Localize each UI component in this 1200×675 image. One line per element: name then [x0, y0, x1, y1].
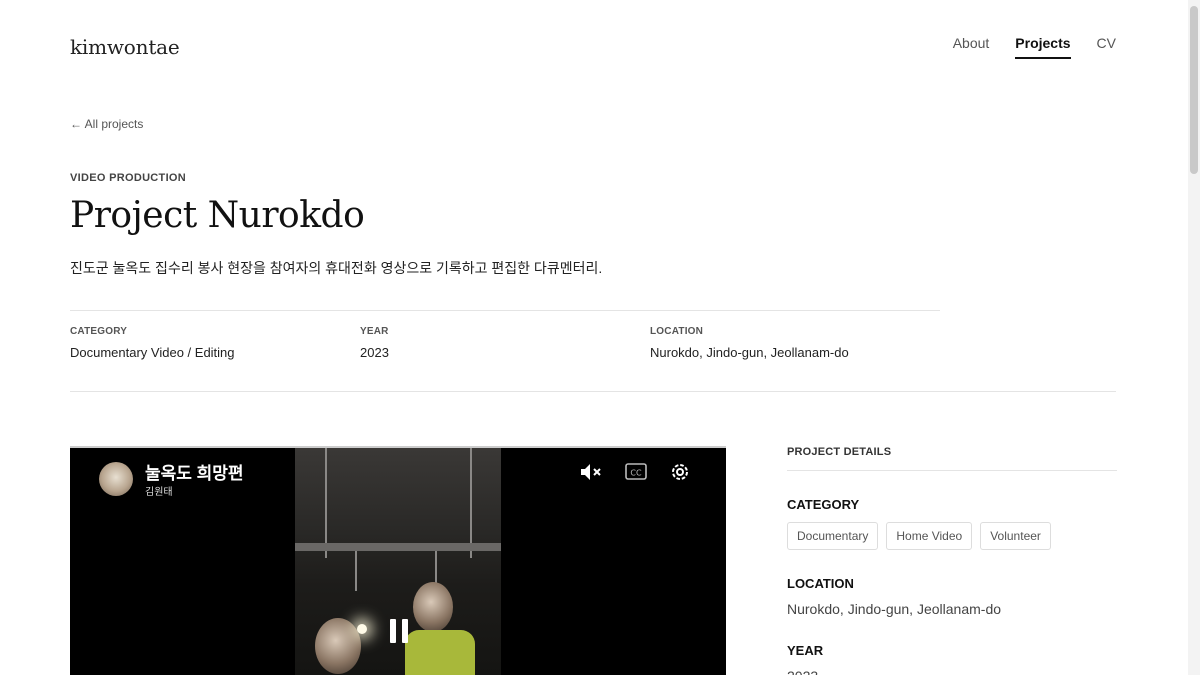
page-scrollbar[interactable]	[1188, 0, 1200, 675]
site-brand[interactable]: kimwontae	[70, 35, 180, 59]
meta-year: YEAR 2023	[360, 326, 389, 360]
divider	[787, 470, 1117, 471]
detail-location: LOCATION Nurokdo, Jindo-gun, Jeollanam-d…	[787, 576, 1117, 617]
nav-projects[interactable]: Projects	[1015, 35, 1071, 59]
captions-icon[interactable]: CC	[624, 462, 648, 487]
site-header: kimwontae About Projects CV	[70, 30, 1116, 70]
tag-volunteer[interactable]: Volunteer	[980, 522, 1051, 550]
detail-category: CATEGORY Documentary Home Video Voluntee…	[787, 497, 1117, 550]
video-channel[interactable]: 김원태	[145, 483, 173, 498]
meta-location: LOCATION Nurokdo, Jindo-gun, Jeollanam-d…	[650, 326, 849, 360]
panel-heading: PROJECT DETAILS	[787, 446, 892, 458]
tag-list: Documentary Home Video Volunteer	[787, 522, 1117, 550]
scene-detail	[413, 582, 453, 632]
meta-value: 2023	[360, 345, 389, 360]
scene-detail	[325, 448, 327, 558]
meta-label: CATEGORY	[70, 326, 128, 337]
video-title[interactable]: 눌옥도 희망편	[145, 459, 244, 484]
scene-detail	[405, 630, 475, 675]
scene-detail	[357, 624, 367, 634]
detail-label: LOCATION	[787, 576, 854, 591]
tag-home-video[interactable]: Home Video	[886, 522, 973, 550]
detail-label: CATEGORY	[787, 497, 860, 512]
pause-icon[interactable]	[388, 618, 410, 649]
video-player[interactable]: 눌옥도 희망편 김원태 CC	[70, 446, 726, 675]
channel-avatar[interactable]	[99, 462, 133, 496]
meta-value: Documentary Video / Editing	[70, 345, 235, 360]
meta-category: CATEGORY Documentary Video / Editing	[70, 326, 235, 360]
nav-about[interactable]: About	[953, 35, 990, 59]
project-description: 진도군 눌옥도 집수리 봉사 현장을 참여자의 휴대전화 영상으로 기록하고 편…	[70, 260, 603, 276]
meta-value: Nurokdo, Jindo-gun, Jeollanam-do	[650, 345, 849, 360]
scene-detail	[470, 448, 472, 558]
scene-detail	[295, 543, 501, 551]
project-eyebrow: VIDEO PRODUCTION	[70, 172, 187, 184]
detail-value: 2023	[787, 668, 1117, 675]
divider	[70, 391, 1116, 392]
mute-icon[interactable]	[578, 460, 604, 489]
scene-detail	[355, 551, 357, 591]
back-to-projects-link[interactable]: ← All projects	[70, 117, 143, 131]
project-details-panel: PROJECT DETAILS CATEGORY Documentary Hom…	[787, 446, 1117, 675]
scrollbar-thumb[interactable]	[1190, 6, 1198, 174]
detail-value: Nurokdo, Jindo-gun, Jeollanam-do	[787, 601, 1002, 617]
svg-text:CC: CC	[630, 469, 642, 478]
detail-label: YEAR	[787, 643, 824, 658]
settings-icon[interactable]	[668, 460, 692, 489]
meta-label: YEAR	[360, 326, 389, 337]
page-title: Project Nurokdo	[70, 195, 365, 236]
divider	[70, 310, 940, 311]
nav-cv[interactable]: CV	[1097, 35, 1116, 59]
tag-documentary[interactable]: Documentary	[787, 522, 879, 550]
detail-year: YEAR 2023	[787, 643, 1117, 675]
main-nav: About Projects CV	[953, 35, 1116, 59]
scene-detail	[315, 618, 361, 674]
meta-label: LOCATION	[650, 326, 704, 337]
